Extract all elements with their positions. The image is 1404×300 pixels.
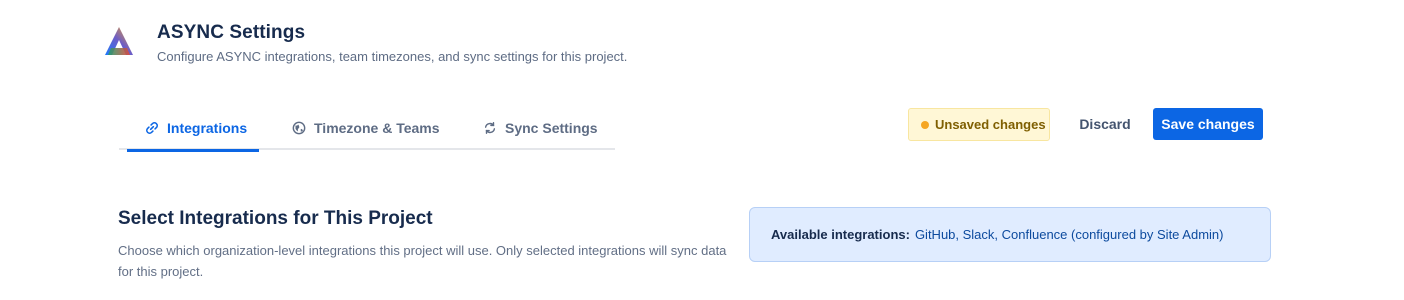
unsaved-label: Unsaved changes — [935, 117, 1046, 132]
info-label: Available integrations: — [771, 227, 910, 242]
discard-button[interactable]: Discard — [1066, 108, 1144, 140]
section-description: Choose which organization-level integrat… — [118, 243, 727, 279]
tab-integrations[interactable]: Integrations — [127, 106, 259, 152]
tab-sync-settings[interactable]: Sync Settings — [475, 106, 606, 150]
unsaved-changes-badge: Unsaved changes — [908, 108, 1050, 141]
sync-icon — [483, 121, 497, 135]
tab-label: Sync Settings — [505, 120, 598, 136]
save-changes-button[interactable]: Save changes — [1153, 108, 1263, 140]
available-integrations-info: Available integrations: GitHub, Slack, C… — [749, 207, 1271, 262]
tab-label: Timezone & Teams — [314, 120, 440, 136]
tab-label: Integrations — [167, 120, 248, 136]
page-subtitle: Configure ASYNC integrations, team timez… — [157, 49, 628, 64]
link-icon — [145, 121, 159, 135]
info-text: GitHub, Slack, Confluence (configured by… — [914, 227, 1224, 242]
async-logo — [105, 27, 133, 55]
section-title: Select Integrations for This Project — [118, 208, 433, 229]
settings-tabs: Integrations Timezone & Teams Sync Setti… — [119, 106, 615, 152]
tab-timezone-teams[interactable]: Timezone & Teams — [284, 106, 448, 150]
status-dot-icon — [921, 120, 929, 129]
globe-icon — [292, 121, 306, 135]
page-title: ASYNC Settings — [157, 22, 306, 43]
